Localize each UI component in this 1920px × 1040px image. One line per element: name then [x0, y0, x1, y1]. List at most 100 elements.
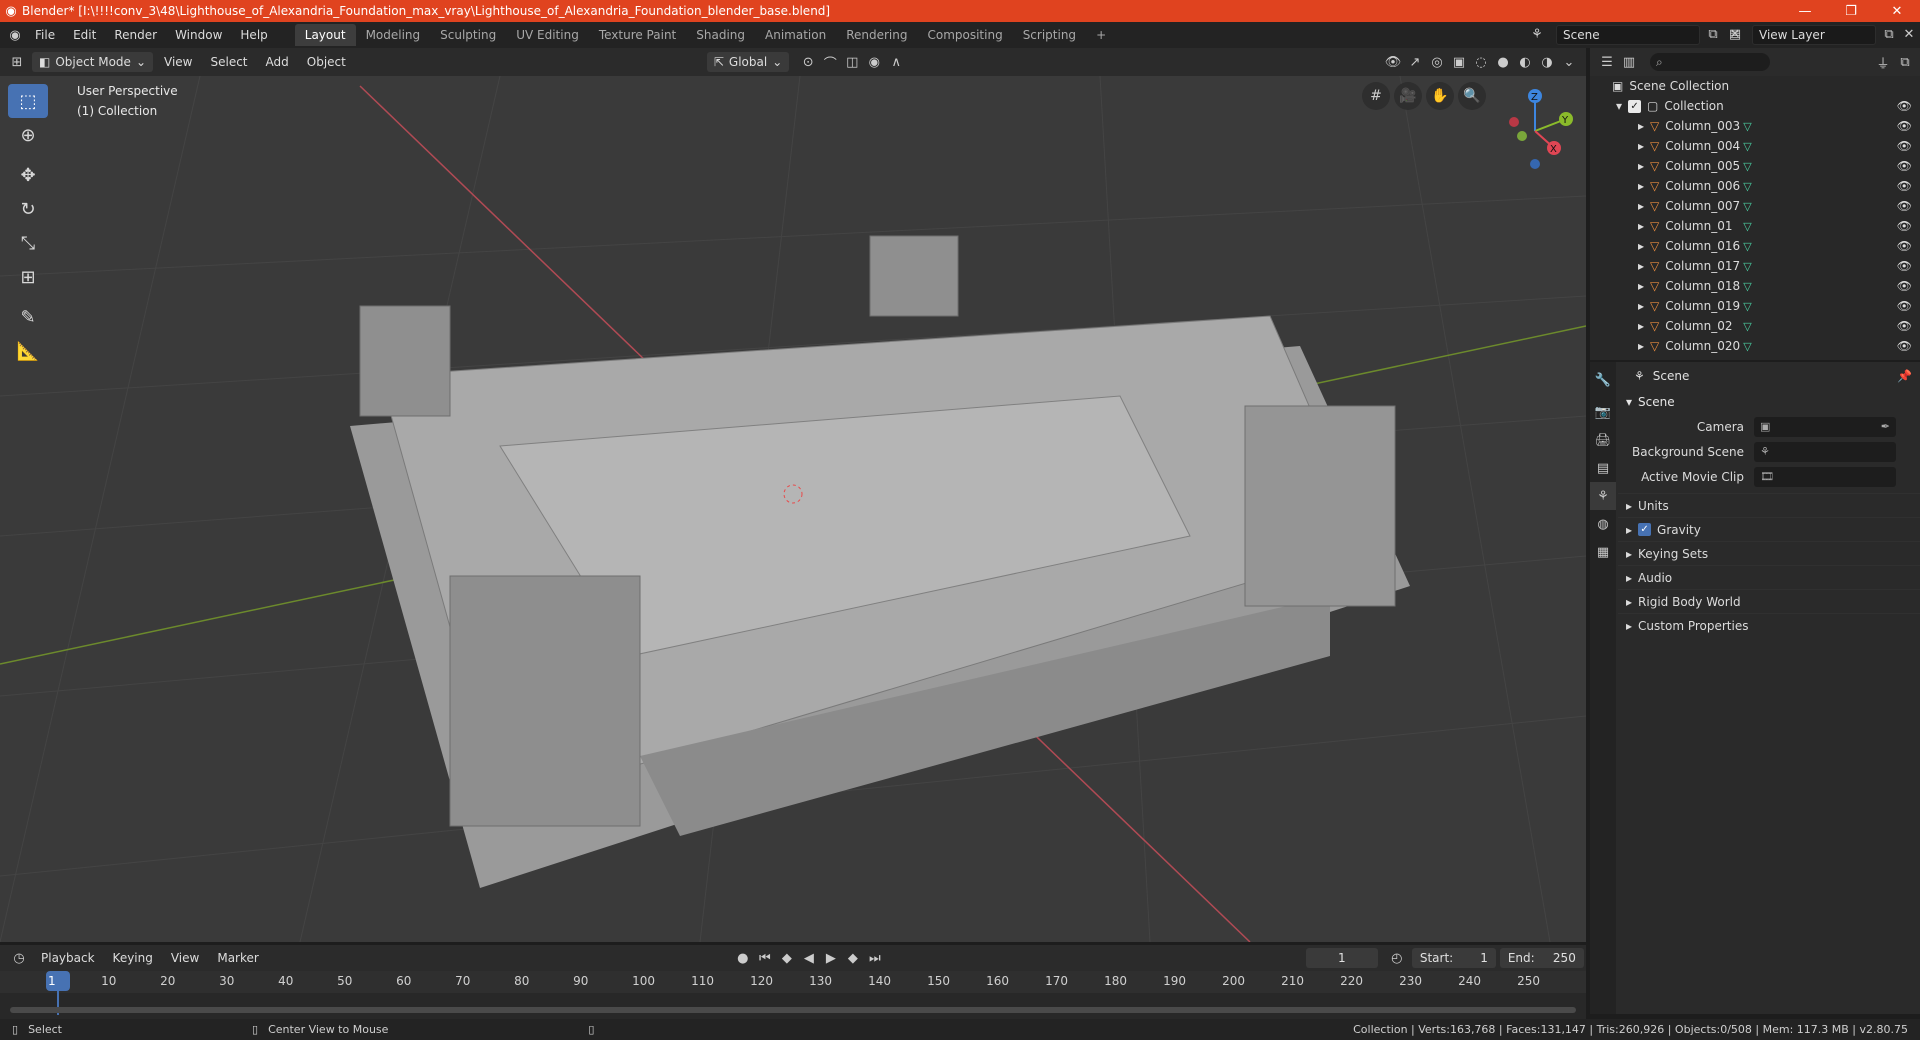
jump-start-icon[interactable]: ⏮: [754, 948, 776, 968]
tab-modeling[interactable]: Modeling: [356, 24, 431, 46]
gizmo-neg-x-axis[interactable]: [1509, 117, 1519, 127]
select-box-tool[interactable]: ⬚: [8, 84, 48, 118]
menu-select[interactable]: Select: [203, 52, 254, 72]
outliner-item[interactable]: ▸ ▽ Column_016 ▽ 👁: [1590, 236, 1920, 256]
eye-icon[interactable]: 👁: [1897, 99, 1912, 113]
view-layer-icon[interactable]: ▤: [1724, 24, 1746, 44]
audio-panel[interactable]: ▸ Audio: [1618, 565, 1920, 589]
expand-icon[interactable]: ▸: [1638, 279, 1644, 293]
timeline-area[interactable]: 1 10 20 30 40 50 60 70 80 90 100 110 120 130 140 150 160…: [0, 971, 1586, 1019]
maximize-button[interactable]: ❐: [1828, 0, 1874, 22]
view-layer-tab-icon[interactable]: ▤: [1590, 454, 1616, 482]
tab-shading[interactable]: Shading: [686, 24, 755, 46]
output-tab-icon[interactable]: 🖨: [1590, 426, 1616, 454]
menu-file[interactable]: File: [26, 24, 64, 46]
eye-icon[interactable]: 👁: [1897, 239, 1912, 253]
start-frame-field[interactable]: Start: 1: [1411, 948, 1496, 968]
eye-icon[interactable]: 👁: [1897, 159, 1912, 173]
scene-name-field[interactable]: Scene: [1556, 25, 1700, 45]
tab-compositing[interactable]: Compositing: [917, 24, 1012, 46]
falloff-icon[interactable]: ∧: [885, 52, 907, 72]
mesh-data-icon[interactable]: ▽: [1743, 220, 1751, 233]
tab-scripting[interactable]: Scripting: [1013, 24, 1086, 46]
expand-icon[interactable]: ▸: [1638, 159, 1644, 173]
rendered-shading-icon[interactable]: ◑: [1536, 52, 1558, 72]
mesh-data-icon[interactable]: ▽: [1743, 300, 1751, 313]
scene-panel-header[interactable]: ▾ Scene: [1618, 390, 1920, 414]
expand-icon[interactable]: ▸: [1638, 259, 1644, 273]
mesh-data-icon[interactable]: ▽: [1743, 200, 1751, 213]
expand-icon[interactable]: ▸: [1638, 319, 1644, 333]
mesh-data-icon[interactable]: ▽: [1743, 240, 1751, 253]
outliner-search-input[interactable]: ⌕: [1650, 53, 1770, 71]
new-view-layer-icon[interactable]: ⧉: [1878, 24, 1900, 44]
expand-icon[interactable]: ▸: [1638, 119, 1644, 133]
outliner-scene-collection[interactable]: ▣ Scene Collection: [1590, 76, 1920, 96]
outliner-item[interactable]: ▸ ▽ Column_02 ▽ 👁: [1590, 316, 1920, 336]
jump-end-icon[interactable]: ⏭: [864, 948, 886, 968]
remove-view-layer-icon[interactable]: ✕: [1898, 24, 1920, 44]
transform-tool[interactable]: ⊞: [8, 260, 48, 294]
units-panel[interactable]: ▸ Units: [1618, 493, 1920, 517]
xray-icon[interactable]: ▣: [1448, 52, 1470, 72]
scale-tool[interactable]: ⤡: [8, 226, 48, 260]
pan-hand-icon[interactable]: ✋: [1426, 82, 1454, 110]
annotate-tool[interactable]: ✎: [8, 300, 48, 334]
menu-view[interactable]: View: [157, 52, 199, 72]
filter-icon[interactable]: ⏚: [1872, 52, 1894, 72]
eyedropper-icon[interactable]: ✒: [1881, 420, 1890, 433]
gravity-panel[interactable]: ▸ ✓ Gravity: [1618, 517, 1920, 541]
end-frame-field[interactable]: End: 250: [1499, 948, 1584, 968]
timeline-scrollbar[interactable]: [10, 1007, 1576, 1013]
outliner-item[interactable]: ▸ ▽ Column_007 ▽ 👁: [1590, 196, 1920, 216]
eye-icon[interactable]: 👁: [1897, 339, 1912, 353]
outliner-item[interactable]: ▸ ▽ Column_017 ▽ 👁: [1590, 256, 1920, 276]
mode-dropdown[interactable]: ◧ Object Mode ⌄: [32, 52, 153, 72]
menu-add[interactable]: Add: [259, 52, 296, 72]
menu-edit[interactable]: Edit: [64, 24, 105, 46]
gravity-checkbox[interactable]: ✓: [1638, 523, 1652, 536]
outliner-item[interactable]: ▸ ▽ Column_006 ▽ 👁: [1590, 176, 1920, 196]
snap-icon[interactable]: ⌒: [819, 52, 841, 72]
eye-icon[interactable]: 👁: [1897, 179, 1912, 193]
outliner-editor-type-icon[interactable]: ☰: [1596, 52, 1618, 72]
tab-rendering[interactable]: Rendering: [836, 24, 917, 46]
outliner-item[interactable]: ▸ ▽ Column_004 ▽ 👁: [1590, 136, 1920, 156]
expand-icon[interactable]: ▸: [1638, 199, 1644, 213]
mesh-data-icon[interactable]: ▽: [1743, 120, 1751, 133]
record-icon[interactable]: ●: [732, 948, 754, 968]
tab-uv-editing[interactable]: UV Editing: [506, 24, 589, 46]
navigation-gizmo[interactable]: Z Y X: [1490, 86, 1580, 176]
3d-viewport[interactable]: User Perspective (1) Collection ⬚ ⊕ ✥ ↻ …: [0, 76, 1586, 942]
eye-icon[interactable]: 👁: [1897, 139, 1912, 153]
menu-window[interactable]: Window: [166, 24, 231, 46]
menu-help[interactable]: Help: [231, 24, 276, 46]
rotate-tool[interactable]: ↻: [8, 192, 48, 226]
tab-texture-paint[interactable]: Texture Paint: [589, 24, 686, 46]
clock-icon[interactable]: ◴: [1386, 948, 1408, 968]
wireframe-shading-icon[interactable]: ◌: [1470, 52, 1492, 72]
expand-icon[interactable]: ▸: [1638, 139, 1644, 153]
mesh-data-icon[interactable]: ▽: [1743, 160, 1751, 173]
measure-tool[interactable]: 📐: [8, 334, 48, 368]
outliner-item[interactable]: ▸ ▽ Column_018 ▽ 👁: [1590, 276, 1920, 296]
collection-checkbox[interactable]: ✓: [1628, 99, 1642, 113]
camera-field[interactable]: ▣ ✒: [1754, 416, 1896, 437]
eye-icon[interactable]: 👁: [1897, 199, 1912, 213]
scene-selector-icon[interactable]: ⚘: [1526, 24, 1548, 44]
visibility-icon[interactable]: 👁: [1382, 52, 1404, 72]
shading-options-icon[interactable]: ⌄: [1558, 52, 1580, 72]
expand-icon[interactable]: ▸: [1638, 339, 1644, 353]
outliner-collection[interactable]: ▾ ✓ ▢ Collection 👁: [1590, 96, 1920, 116]
tool-tab-icon[interactable]: 🔧: [1590, 362, 1616, 398]
outliner-item[interactable]: ▸ ▽ Column_01 ▽ 👁: [1590, 216, 1920, 236]
editor-type-icon[interactable]: ⊞: [6, 52, 28, 72]
world-tab-icon[interactable]: ◍: [1590, 510, 1616, 538]
orientation-dropdown[interactable]: ⇱ Global ⌄: [706, 52, 790, 72]
tab-animation[interactable]: Animation: [755, 24, 836, 46]
rigid-body-world-panel[interactable]: ▸ Rigid Body World: [1618, 589, 1920, 613]
active-movie-clip-field[interactable]: 🎞: [1754, 466, 1896, 487]
next-keyframe-icon[interactable]: ◆: [842, 948, 864, 968]
tab-layout[interactable]: Layout: [294, 24, 356, 46]
tab-sculpting[interactable]: Sculpting: [430, 24, 506, 46]
